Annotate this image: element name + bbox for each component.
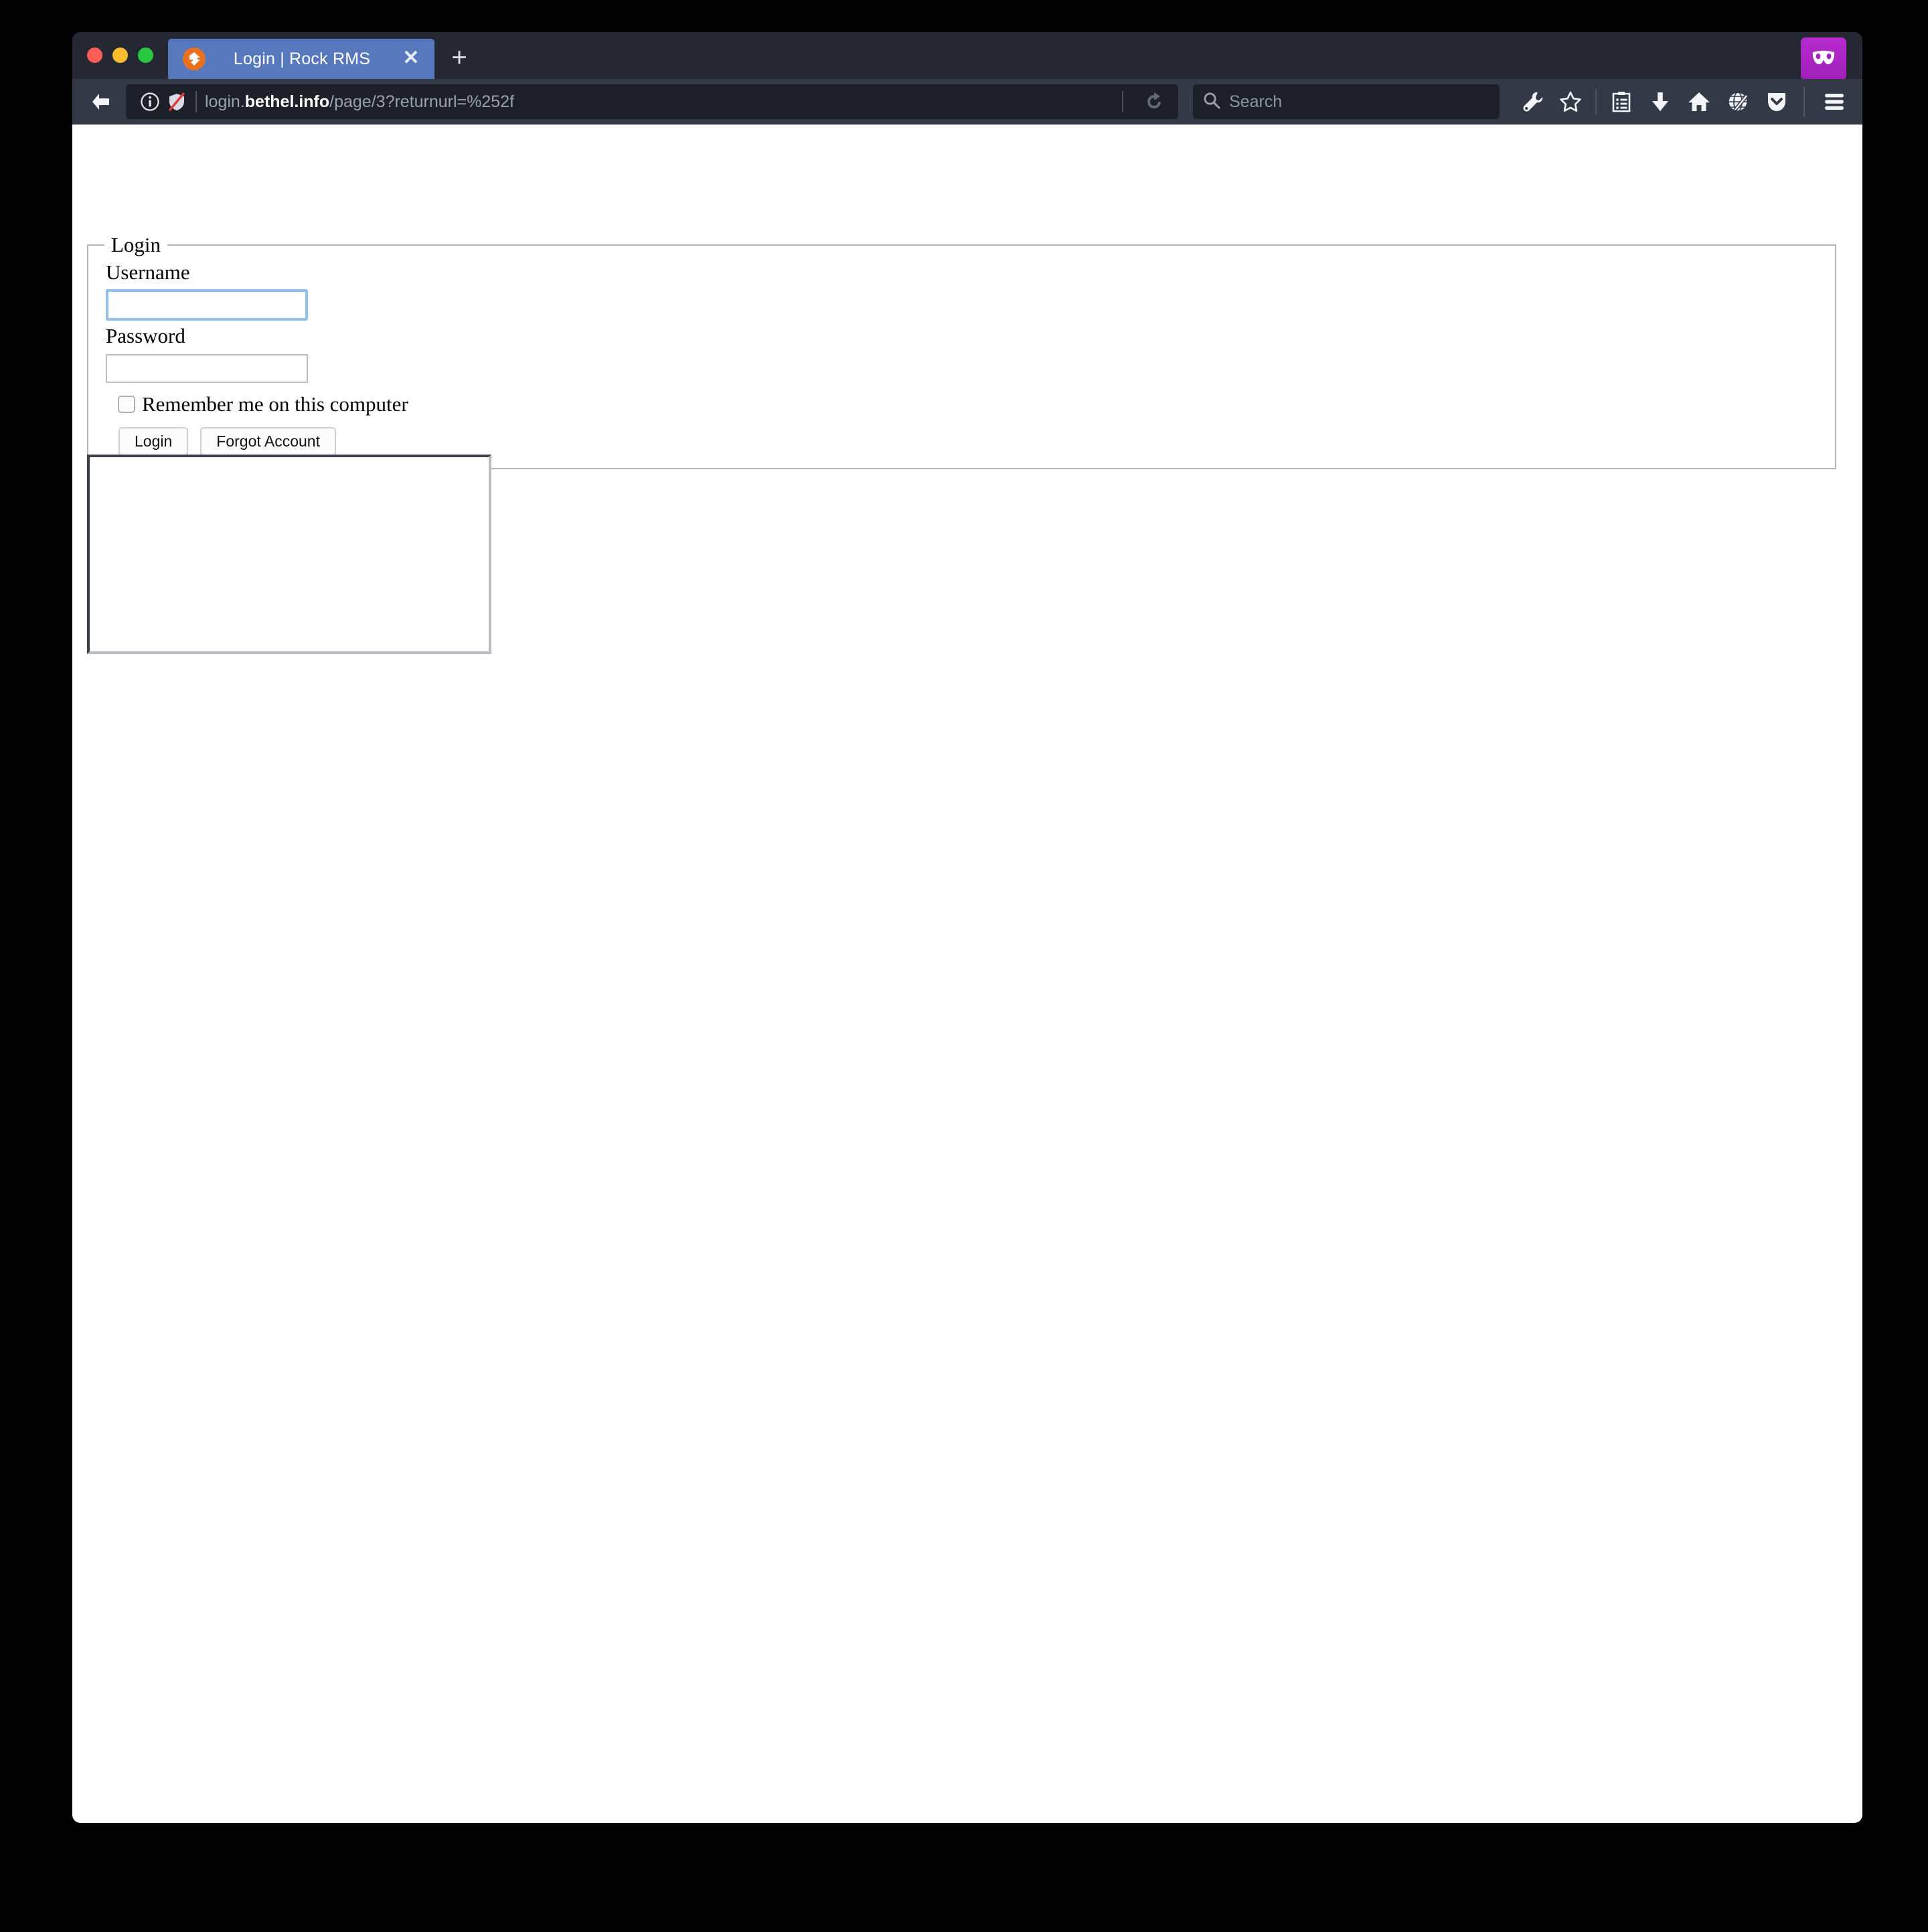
empty-content-panel[interactable] bbox=[87, 455, 491, 654]
urlbar-divider bbox=[195, 91, 197, 112]
url-text[interactable]: login.bethel.info/page/3?returnurl=%252f bbox=[205, 92, 1117, 112]
rock-rms-logo-icon bbox=[183, 48, 206, 70]
shield-slash-icon[interactable] bbox=[163, 88, 190, 115]
page-content: Login Username Password Remember me on t… bbox=[72, 125, 1862, 1823]
tab-strip: Login | Rock RMS ✕ + bbox=[72, 32, 1862, 79]
tab-list: Login | Rock RMS ✕ + bbox=[168, 32, 484, 79]
info-circle-icon[interactable] bbox=[137, 88, 163, 115]
browser-tab-active[interactable]: Login | Rock RMS ✕ bbox=[168, 39, 434, 79]
remember-me-label: Remember me on this computer bbox=[142, 392, 408, 416]
new-tab-button[interactable]: + bbox=[434, 39, 484, 79]
library-icon[interactable] bbox=[1603, 84, 1640, 119]
menu-separator bbox=[1803, 87, 1805, 116]
pocket-icon[interactable] bbox=[1758, 84, 1795, 119]
window-minimize-button[interactable] bbox=[112, 48, 128, 63]
window-controls bbox=[72, 48, 168, 79]
remember-me-checkbox[interactable] bbox=[118, 395, 135, 413]
form-button-row: Login Forgot Account bbox=[118, 426, 1835, 456]
search-icon bbox=[1202, 91, 1221, 113]
forgot-account-button[interactable]: Forgot Account bbox=[200, 426, 336, 456]
back-arrow-icon[interactable] bbox=[82, 84, 119, 119]
mask-icon bbox=[1812, 50, 1835, 64]
window-zoom-button[interactable] bbox=[138, 48, 153, 63]
reload-icon[interactable] bbox=[1135, 86, 1173, 117]
search-bar[interactable]: Search bbox=[1193, 84, 1500, 119]
window-close-button[interactable] bbox=[87, 48, 102, 63]
username-label: Username bbox=[106, 260, 190, 284]
url-path: /page/3?returnurl=%252f bbox=[329, 92, 515, 111]
search-input[interactable]: Search bbox=[1229, 92, 1282, 112]
download-icon[interactable] bbox=[1641, 84, 1679, 119]
toolbar-icon-group bbox=[1513, 84, 1853, 119]
login-form: Login Username Password Remember me on t… bbox=[87, 233, 1836, 469]
wrench-icon[interactable] bbox=[1513, 84, 1550, 119]
login-form-body: Username Password Remember me on this co… bbox=[88, 257, 1835, 456]
navigation-toolbar: login.bethel.info/page/3?returnurl=%252f… bbox=[72, 79, 1862, 125]
username-input[interactable] bbox=[106, 289, 308, 321]
url-host: bethel.info bbox=[244, 92, 330, 111]
globe-pencil-icon[interactable] bbox=[1719, 84, 1757, 119]
star-icon[interactable] bbox=[1552, 84, 1589, 119]
url-bar[interactable]: login.bethel.info/page/3?returnurl=%252f bbox=[126, 84, 1178, 119]
urlbar-right-divider bbox=[1122, 91, 1123, 112]
password-label: Password bbox=[106, 323, 185, 347]
browser-window: Login | Rock RMS ✕ + login.bethel.info/p… bbox=[72, 32, 1862, 1823]
url-prefix: login. bbox=[205, 92, 245, 111]
private-browsing-indicator[interactable] bbox=[1801, 37, 1846, 79]
login-button[interactable]: Login bbox=[118, 426, 189, 456]
home-icon[interactable] bbox=[1680, 84, 1718, 119]
tab-title: Login | Rock RMS bbox=[233, 49, 371, 68]
close-icon[interactable]: ✕ bbox=[398, 46, 424, 72]
toolbar-separator bbox=[1595, 89, 1597, 114]
remember-me-row: Remember me on this computer bbox=[118, 392, 1835, 416]
password-input[interactable] bbox=[106, 353, 308, 383]
hamburger-menu-icon[interactable] bbox=[1816, 84, 1853, 119]
login-legend: Login bbox=[104, 233, 168, 257]
